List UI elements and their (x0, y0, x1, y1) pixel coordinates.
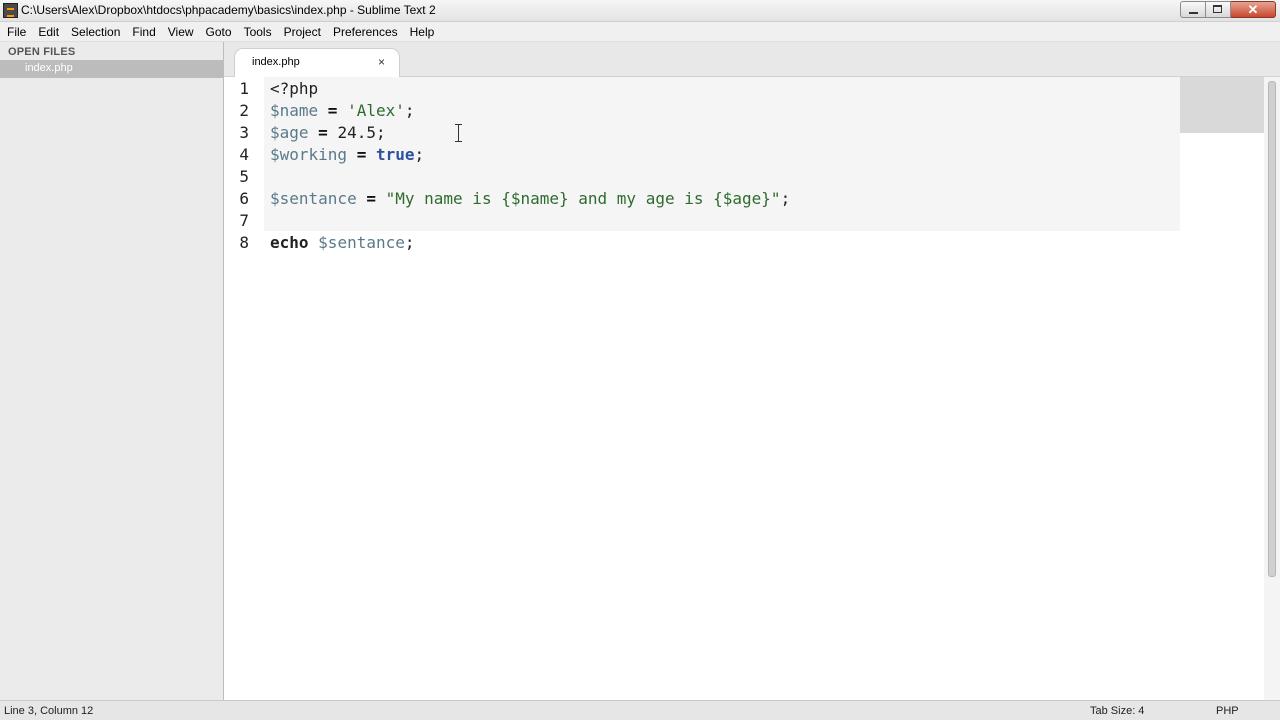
tab-bar: index.php × (224, 42, 1280, 77)
minimap-viewport[interactable] (1180, 77, 1264, 133)
maximize-button[interactable] (1206, 1, 1231, 18)
sublime-app-icon[interactable] (3, 3, 18, 18)
menu-project[interactable]: Project (278, 22, 327, 42)
php-open-tag: <?php (270, 79, 319, 98)
line-number: 2 (239, 101, 249, 120)
line-number: 1 (239, 79, 249, 98)
code-operator: = (347, 145, 376, 164)
menu-tools[interactable]: Tools (238, 22, 278, 42)
code-keyword: echo (270, 233, 309, 252)
line-number: 8 (239, 233, 249, 252)
code-terminator: ; (404, 101, 415, 120)
menu-help[interactable]: Help (404, 22, 441, 42)
restore-icon (1213, 5, 1222, 13)
code-editor[interactable]: 1 2 3 4 5 6 7 8 <?php $name = 'Alex'; $a… (224, 77, 1280, 700)
menu-edit[interactable]: Edit (32, 22, 65, 42)
tab-label: index.php (252, 56, 300, 68)
menu-goto[interactable]: Goto (200, 22, 238, 42)
code-variable: $name (270, 101, 319, 120)
line-number: 7 (239, 211, 249, 230)
menu-selection[interactable]: Selection (65, 22, 126, 42)
code-variable: $working (270, 145, 348, 164)
code-terminator: ; (414, 145, 425, 164)
code-line: $working = true; (270, 144, 424, 166)
cursor-position: Line 3, Column 12 (4, 705, 94, 717)
sidebar: OPEN FILES index.php (0, 42, 224, 700)
code-terminator: ; (375, 123, 386, 142)
scrollbar-thumb[interactable] (1268, 81, 1276, 577)
code-terminator: ; (780, 189, 791, 208)
minimize-icon (1189, 12, 1198, 14)
sidebar-file-label: index.php (25, 62, 73, 74)
menu-view[interactable]: View (162, 22, 200, 42)
code-line: $name = 'Alex'; (270, 100, 415, 122)
minimize-button[interactable] (1180, 1, 1206, 18)
code-variable: $sentance (270, 189, 357, 208)
code-line: <?php (270, 78, 318, 100)
line-number: 6 (239, 189, 249, 208)
syntax-indicator[interactable]: PHP (1216, 705, 1239, 717)
tab-close-icon[interactable]: × (378, 55, 385, 69)
menu-bar: File Edit Selection Find View Goto Tools… (0, 22, 1280, 42)
code-line: $age = 24.5; (270, 122, 386, 144)
code-keyword: true (375, 145, 415, 164)
line-number: 4 (239, 145, 249, 164)
menu-find[interactable]: Find (126, 22, 161, 42)
window-controls: ✕ (1180, 1, 1276, 18)
line-number: 5 (239, 167, 249, 186)
code-variable: $age (270, 123, 309, 142)
code-operator: = (308, 123, 338, 142)
menu-file[interactable]: File (1, 22, 32, 42)
open-files-heading: OPEN FILES (8, 46, 76, 58)
menu-preferences[interactable]: Preferences (327, 22, 404, 42)
code-line: echo $sentance; (270, 232, 415, 254)
window-title: C:\Users\Alex\Dropbox\htdocs\phpacademy\… (21, 3, 436, 17)
vertical-scrollbar[interactable] (1264, 77, 1280, 700)
tab-index-php[interactable]: index.php × (234, 48, 400, 77)
code-operator: = (356, 189, 386, 208)
code-terminator: ; (404, 233, 415, 252)
title-bar: C:\Users\Alex\Dropbox\htdocs\phpacademy\… (0, 0, 1280, 22)
line-number: 3 (239, 123, 249, 142)
code-variable: $sentance (318, 233, 405, 252)
code-string: "My name is {$name} and my age is {$age}… (385, 189, 781, 208)
sidebar-file-item[interactable]: index.php (0, 60, 223, 78)
code-string: 'Alex' (347, 101, 405, 120)
code-number: 24.5 (337, 123, 376, 142)
text-cursor-icon (455, 124, 462, 142)
status-bar: Line 3, Column 12 Tab Size: 4 PHP (0, 700, 1280, 720)
code-operator: = (318, 101, 348, 120)
tab-size-indicator[interactable]: Tab Size: 4 (1090, 705, 1144, 717)
close-button[interactable]: ✕ (1231, 1, 1276, 18)
close-icon: ✕ (1247, 2, 1259, 17)
code-line: $sentance = "My name is {$name} and my a… (270, 188, 790, 210)
